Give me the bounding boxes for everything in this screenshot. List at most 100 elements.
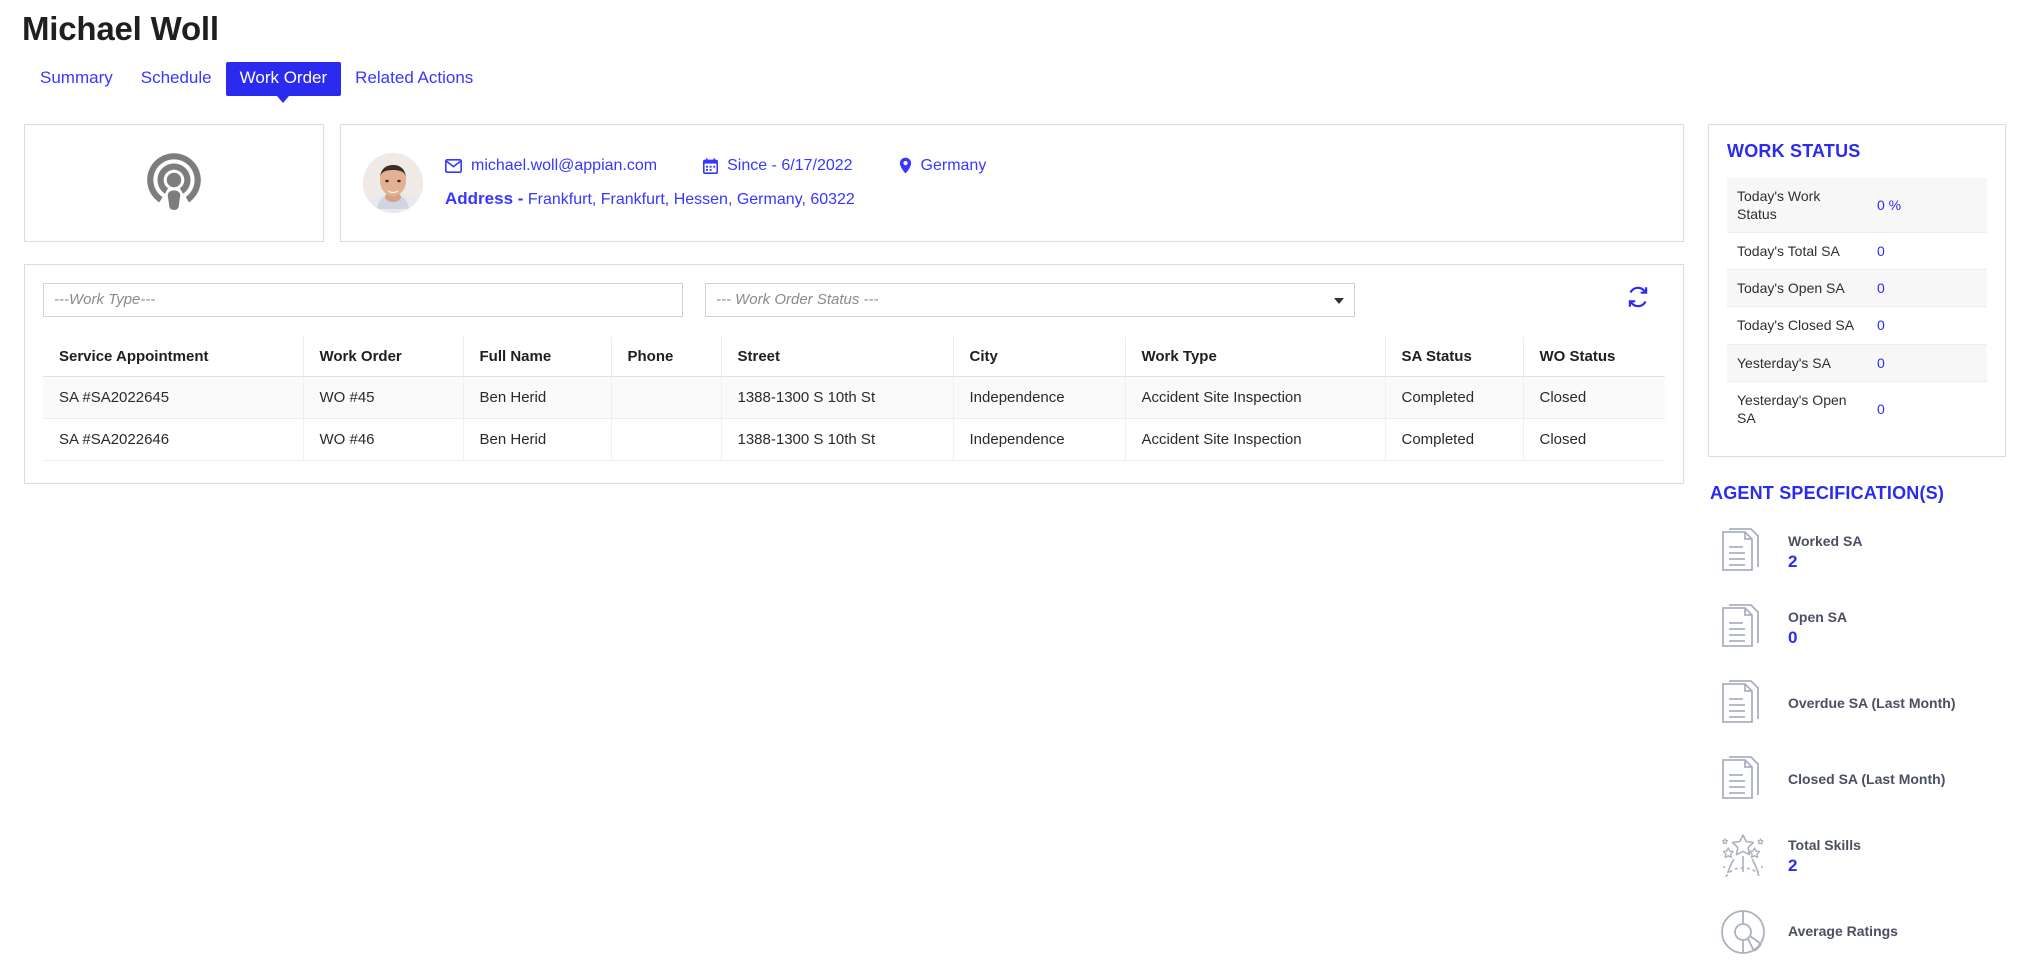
cell-full-name: Ben Herid (463, 418, 612, 461)
country-text: Germany (920, 156, 987, 174)
agent-item-value: 2 (1788, 551, 1798, 571)
column-header-service-appointment[interactable]: Service Appointment (43, 336, 304, 377)
table-row[interactable]: SA #SA2022646 WO #46 Ben Herid 1388-1300… (43, 418, 1665, 461)
work-status-label: Today's Total SA (1727, 232, 1867, 271)
body-area: michael.woll@appian.com Since - 6/17/202… (0, 96, 2026, 971)
work-status-value: 0 (1877, 400, 1885, 417)
work-status-table: Today's Work Status 0 % Today's Total SA… (1727, 177, 1987, 437)
cell-sa-status: Completed (1385, 418, 1524, 461)
cell-city: Independence (953, 376, 1126, 419)
agent-item-text: Overdue SA (Last Month) (1788, 695, 1956, 714)
cell-phone (611, 418, 722, 461)
agent-item-closed-sa[interactable]: Closed SA (Last Month) (1708, 742, 2006, 818)
work-status-value: 0 % (1867, 177, 1987, 234)
agent-item-text: Total Skills 2 (1788, 837, 1861, 876)
work-status-label: Yesterday's SA (1727, 344, 1867, 382)
refresh-button[interactable] (1625, 284, 1651, 315)
work-status-label: Today's Closed SA (1727, 306, 1867, 345)
agent-item-label: Average Ratings (1788, 922, 1898, 939)
agent-item-worked-sa[interactable]: Worked SA 2 (1708, 514, 2006, 590)
tab-summary[interactable]: Summary (26, 62, 127, 96)
chevron-down-icon (1334, 297, 1344, 304)
work-status-card: WORK STATUS Today's Work Status 0 % Toda… (1708, 123, 2006, 458)
work-status-title: WORK STATUS (1727, 140, 1861, 161)
work-status-row: Today's Total SA 0 (1727, 232, 1987, 271)
address-label: Address - (445, 188, 524, 208)
email-chip[interactable]: michael.woll@appian.com (445, 157, 657, 175)
agent-item-label: Closed SA (Last Month) (1788, 770, 1946, 787)
agent-item-average-ratings[interactable]: Average Ratings (1708, 894, 2006, 970)
tab-bar: Summary Schedule Work Order Related Acti… (0, 48, 2026, 103)
cell-work-order: WO #45 (303, 376, 464, 419)
column-header-work-type[interactable]: Work Type (1125, 336, 1386, 377)
agent-item-text: Average Ratings (1788, 923, 1898, 942)
cell-work-type: Accident Site Inspection (1125, 376, 1386, 419)
agent-item-text: Open SA 0 (1788, 609, 1847, 648)
work-type-select[interactable]: ---Work Type--- (43, 282, 683, 317)
page-title: Michael Woll (22, 10, 219, 47)
documents-icon (1714, 603, 1772, 653)
work-status-value: 0 (1867, 306, 1987, 345)
work-order-status-select[interactable]: --- Work Order Status --- (705, 282, 1355, 317)
tab-work-order[interactable]: Work Order (225, 62, 342, 103)
cell-full-name: Ben Herid (463, 376, 612, 419)
table-header-row: Service Appointment Work Order Full Name… (43, 336, 1665, 377)
profile-strip: michael.woll@appian.com Since - 6/17/202… (24, 123, 1684, 242)
work-order-table-card: ---Work Type--- --- Work Order Status --… (24, 263, 1684, 484)
envelope-icon (445, 158, 462, 173)
column-header-sa-status[interactable]: SA Status (1385, 336, 1524, 377)
main-column: michael.woll@appian.com Since - 6/17/202… (24, 123, 1684, 484)
since-chip: Since - 6/17/2022 (703, 156, 853, 175)
table-row[interactable]: SA #SA2022645 WO #45 Ben Herid 1388-1300… (43, 376, 1665, 419)
column-header-wo-status[interactable]: WO Status (1523, 336, 1665, 377)
podcast-icon (141, 147, 207, 218)
cell-service-appointment: SA #SA2022645 (43, 376, 304, 419)
donut-chart-icon (1714, 907, 1772, 957)
agent-item-total-skills[interactable]: Total Skills 2 (1708, 818, 2006, 894)
location-pin-icon (899, 157, 912, 174)
column-header-full-name[interactable]: Full Name (463, 336, 612, 377)
agent-item-value: 0 (1788, 627, 1798, 647)
agent-item-label: Overdue SA (Last Month) (1788, 694, 1956, 711)
agent-item-open-sa[interactable]: Open SA 0 (1708, 590, 2006, 666)
tab-schedule[interactable]: Schedule (127, 62, 226, 96)
agent-item-overdue-sa[interactable]: Overdue SA (Last Month) (1708, 666, 2006, 742)
documents-icon (1714, 527, 1772, 577)
tab-related-actions[interactable]: Related Actions (341, 62, 487, 96)
cell-phone (611, 376, 722, 419)
agent-item-text: Closed SA (Last Month) (1788, 771, 1945, 790)
column-header-phone[interactable]: Phone (611, 336, 722, 377)
documents-icon (1714, 755, 1772, 805)
country-chip: Germany (899, 156, 987, 175)
work-order-table: Service Appointment Work Order Full Name… (43, 336, 1665, 461)
cell-sa-status: Completed (1385, 376, 1524, 419)
work-type-select-value: ---Work Type--- (54, 291, 156, 309)
email-text: michael.woll@appian.com (471, 156, 658, 174)
work-status-row: Today's Work Status 0 % (1727, 177, 1987, 234)
cell-work-order: WO #46 (303, 418, 464, 461)
cell-city: Independence (953, 418, 1126, 461)
work-status-value: 0 (1867, 269, 1987, 308)
filter-bar: ---Work Type--- --- Work Order Status --… (43, 282, 1665, 317)
address-row: Address - Frankfurt, Frankfurt, Hessen, … (445, 189, 986, 209)
cell-service-appointment: SA #SA2022646 (43, 418, 304, 461)
profile-chips: michael.woll@appian.com Since - 6/17/202… (445, 157, 986, 175)
logo-card (24, 123, 324, 242)
documents-icon (1714, 679, 1772, 729)
column-header-street[interactable]: Street (721, 336, 954, 377)
column-header-work-order[interactable]: Work Order (303, 336, 464, 377)
agent-specifications-title: AGENT SPECIFICATION(S) (1710, 483, 1945, 504)
work-status-value: 0 (1867, 232, 1987, 271)
work-status-row: Yesterday's SA 0 (1727, 344, 1987, 382)
column-header-city[interactable]: City (953, 336, 1126, 377)
work-status-label: Yesterday's Open SA (1737, 391, 1847, 426)
calendar-icon (703, 158, 719, 174)
refresh-icon (1625, 284, 1651, 315)
since-text: Since - 6/17/2022 (727, 156, 853, 174)
work-status-label: Today's Work Status (1727, 177, 1867, 234)
work-status-row: Yesterday's Open SA 0 (1727, 381, 1987, 436)
right-sidebar: WORK STATUS Today's Work Status 0 % Toda… (1708, 123, 2006, 971)
cell-street: 1388-1300 S 10th St (721, 418, 954, 461)
work-order-status-select-value: --- Work Order Status --- (716, 291, 879, 309)
agent-item-value: 2 (1788, 855, 1798, 875)
